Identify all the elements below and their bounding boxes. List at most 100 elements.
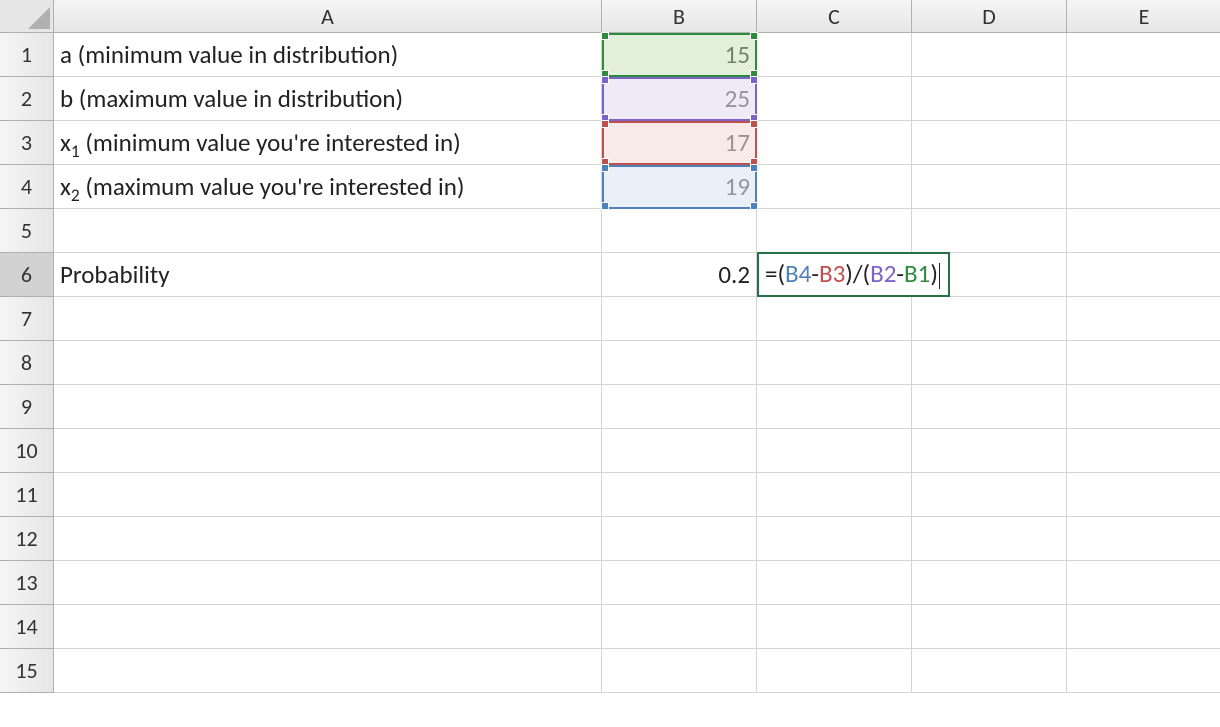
cell-a13[interactable]	[54, 561, 602, 605]
cell-e1[interactable]	[1067, 33, 1220, 77]
cell-d13[interactable]	[912, 561, 1067, 605]
cell-b7[interactable]	[602, 297, 757, 341]
cell-b14[interactable]	[602, 605, 757, 649]
cell-d12[interactable]	[912, 517, 1067, 561]
cell-c15[interactable]	[757, 649, 912, 693]
cell-e10[interactable]	[1067, 429, 1220, 473]
cell-c5[interactable]	[757, 209, 912, 253]
cell-e4[interactable]	[1067, 165, 1220, 209]
cell-a2[interactable]: b (maximum value in distribution)	[54, 77, 602, 121]
cell-e7[interactable]	[1067, 297, 1220, 341]
cell-c3[interactable]	[757, 121, 912, 165]
row-header-5[interactable]: 5	[0, 209, 54, 253]
cell-c12[interactable]	[757, 517, 912, 561]
cell-a1[interactable]: a (minimum value in distribution)	[54, 33, 602, 77]
cell-c13[interactable]	[757, 561, 912, 605]
row-header-9[interactable]: 9	[0, 385, 54, 429]
cell-c11[interactable]	[757, 473, 912, 517]
cell-a14[interactable]	[54, 605, 602, 649]
cell-b10[interactable]	[602, 429, 757, 473]
row-header-14[interactable]: 14	[0, 605, 54, 649]
cell-b5[interactable]	[602, 209, 757, 253]
row-header-13[interactable]: 13	[0, 561, 54, 605]
column-header-d[interactable]: D	[912, 0, 1067, 33]
cell-c14[interactable]	[757, 605, 912, 649]
cell-c9[interactable]	[757, 385, 912, 429]
cell-b3[interactable]: 17	[602, 121, 757, 165]
column-header-e[interactable]: E	[1067, 0, 1220, 33]
row-header-15[interactable]: 15	[0, 649, 54, 693]
cell-c8[interactable]	[757, 341, 912, 385]
formula-token: (	[863, 258, 871, 289]
cell-a8[interactable]	[54, 341, 602, 385]
row-header-3[interactable]: 3	[0, 121, 54, 165]
cell-d11[interactable]	[912, 473, 1067, 517]
formula-token: )	[930, 258, 938, 289]
cell-e11[interactable]	[1067, 473, 1220, 517]
cell-d5[interactable]	[912, 209, 1067, 253]
cell-e3[interactable]	[1067, 121, 1220, 165]
grid[interactable]: a (minimum value in distribution) 15 b (…	[54, 33, 1220, 693]
formula-edit-c6[interactable]: =(B4-B3)/(B2-B1)	[757, 252, 950, 297]
cell-d15[interactable]	[912, 649, 1067, 693]
row-header-1[interactable]: 1	[0, 33, 54, 77]
cell-a15[interactable]	[54, 649, 602, 693]
spreadsheet[interactable]: A B C D E 1 2 3 4 5 6 7 8 9 10 11 12 13 …	[0, 0, 1220, 727]
cell-d14[interactable]	[912, 605, 1067, 649]
cell-b9[interactable]	[602, 385, 757, 429]
cell-a9[interactable]	[54, 385, 602, 429]
cell-b2[interactable]: 25	[602, 77, 757, 121]
column-header-a[interactable]: A	[54, 0, 602, 33]
cell-d8[interactable]	[912, 341, 1067, 385]
cell-b12[interactable]	[602, 517, 757, 561]
column-header-c[interactable]: C	[757, 0, 912, 33]
formula-token: =	[765, 258, 777, 289]
row-header-8[interactable]: 8	[0, 341, 54, 385]
cell-e13[interactable]	[1067, 561, 1220, 605]
row-header-4[interactable]: 4	[0, 165, 54, 209]
cell-c4[interactable]	[757, 165, 912, 209]
cell-a4[interactable]: x2 (maximum value you're interested in)	[54, 165, 602, 209]
cell-d1[interactable]	[912, 33, 1067, 77]
cell-b15[interactable]	[602, 649, 757, 693]
cell-a3[interactable]: x1 (minimum value you're interested in)	[54, 121, 602, 165]
row-header-12[interactable]: 12	[0, 517, 54, 561]
cell-e6[interactable]	[1067, 253, 1220, 297]
cell-a7[interactable]	[54, 297, 602, 341]
cell-c10[interactable]	[757, 429, 912, 473]
cell-d9[interactable]	[912, 385, 1067, 429]
cell-b1[interactable]: 15	[602, 33, 757, 77]
cell-d10[interactable]	[912, 429, 1067, 473]
row-header-11[interactable]: 11	[0, 473, 54, 517]
cell-a12[interactable]	[54, 517, 602, 561]
cell-e2[interactable]	[1067, 77, 1220, 121]
cell-e15[interactable]	[1067, 649, 1220, 693]
cell-b11[interactable]	[602, 473, 757, 517]
cell-d7[interactable]	[912, 297, 1067, 341]
cell-a5[interactable]	[54, 209, 602, 253]
cell-c2[interactable]	[757, 77, 912, 121]
column-header-b[interactable]: B	[602, 0, 757, 33]
cell-b6[interactable]: 0.2	[602, 253, 757, 297]
select-all-corner[interactable]	[0, 0, 54, 33]
cell-c1[interactable]	[757, 33, 912, 77]
cell-b4[interactable]: 19	[602, 165, 757, 209]
cell-e12[interactable]	[1067, 517, 1220, 561]
cell-d4[interactable]	[912, 165, 1067, 209]
cell-e5[interactable]	[1067, 209, 1220, 253]
row-header-6[interactable]: 6	[0, 253, 54, 297]
cell-c7[interactable]	[757, 297, 912, 341]
cell-e14[interactable]	[1067, 605, 1220, 649]
row-header-7[interactable]: 7	[0, 297, 54, 341]
cell-e9[interactable]	[1067, 385, 1220, 429]
cell-a10[interactable]	[54, 429, 602, 473]
cell-d2[interactable]	[912, 77, 1067, 121]
cell-b8[interactable]	[602, 341, 757, 385]
cell-a6[interactable]: Probability	[54, 253, 602, 297]
cell-d3[interactable]	[912, 121, 1067, 165]
cell-a11[interactable]	[54, 473, 602, 517]
row-header-10[interactable]: 10	[0, 429, 54, 473]
row-header-2[interactable]: 2	[0, 77, 54, 121]
cell-b13[interactable]	[602, 561, 757, 605]
cell-e8[interactable]	[1067, 341, 1220, 385]
